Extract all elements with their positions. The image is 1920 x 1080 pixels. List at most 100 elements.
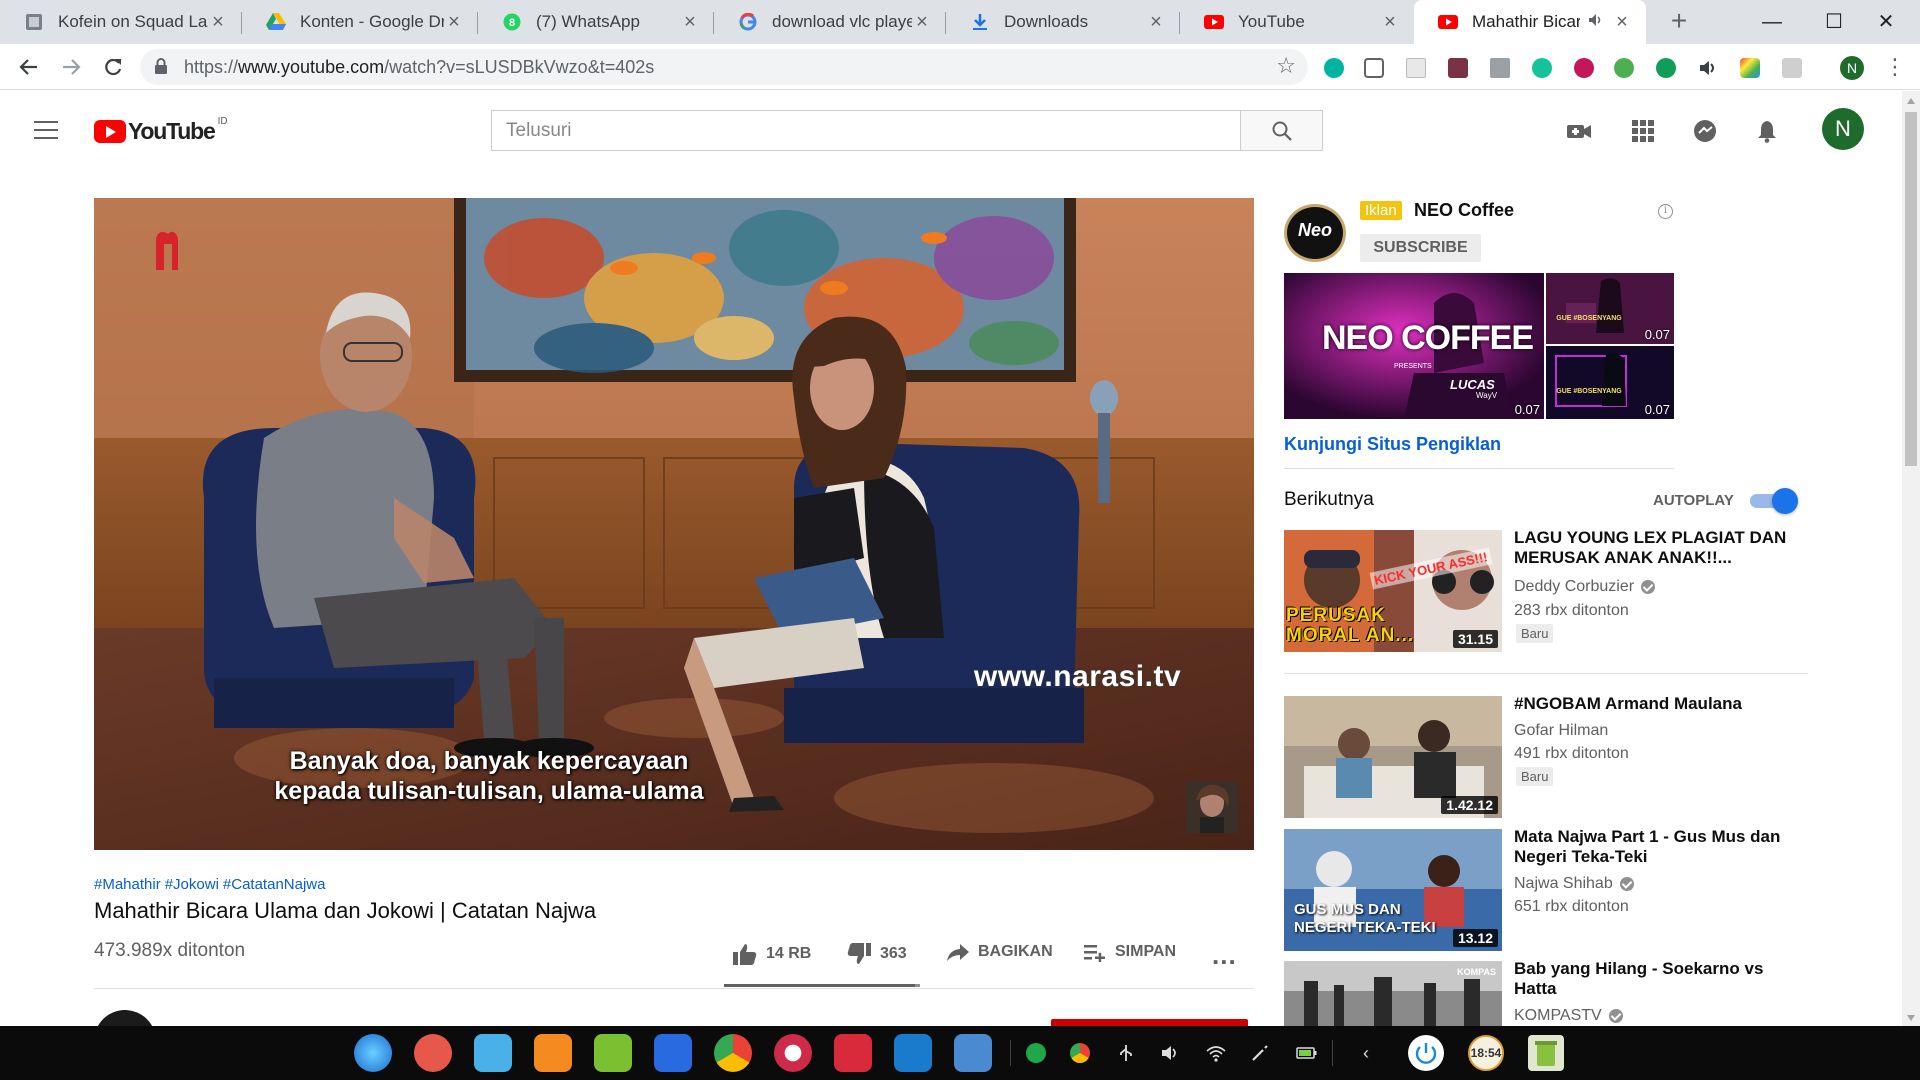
search-button[interactable] [1240, 111, 1322, 150]
recommended-video[interactable]: KICK YOUR ASS!!! PERUSAK MORAL AN... 31.… [1284, 528, 1804, 652]
vscode-icon[interactable] [894, 1034, 932, 1072]
apps-grid-icon[interactable] [1630, 119, 1656, 143]
tab-squad[interactable]: Kofein on Squad Lan × [0, 0, 242, 44]
tray-collapse-icon[interactable]: ‹ [1356, 1043, 1376, 1063]
trash-icon[interactable] [1528, 1035, 1564, 1071]
extension-dropper-icon[interactable] [1448, 58, 1468, 78]
more-actions-button[interactable]: ... [1212, 940, 1237, 971]
hashtag-link[interactable]: #Mahathir [94, 876, 161, 893]
close-tab-icon[interactable]: × [1146, 11, 1166, 34]
tray-hangouts-icon[interactable] [1026, 1043, 1046, 1063]
chrome-menu-icon[interactable]: ⋮ [1884, 54, 1906, 80]
address-bar[interactable]: https://www.youtube.com/watch?v=sLUSDBkV… [140, 49, 1308, 85]
extension-globe-icon[interactable] [1614, 58, 1634, 78]
search-input[interactable] [492, 111, 1241, 150]
like-button[interactable]: 14 RB [732, 942, 811, 966]
wifi-icon[interactable] [1206, 1043, 1226, 1063]
music-player-icon[interactable] [594, 1034, 632, 1072]
extension-puzzle-icon[interactable] [1782, 58, 1802, 78]
autoplay-toggle[interactable] [1750, 488, 1802, 514]
close-tab-icon[interactable]: × [1380, 11, 1400, 34]
dislike-button[interactable]: 363 [846, 942, 907, 966]
notes-icon[interactable] [954, 1034, 992, 1072]
ad-info-icon[interactable]: i [1658, 204, 1673, 219]
close-tab-icon[interactable]: × [912, 11, 932, 34]
channel-branding-watermark[interactable] [1186, 781, 1238, 833]
shutdown-icon[interactable] [1408, 1035, 1444, 1071]
file-manager-icon[interactable] [474, 1034, 512, 1072]
scrollbar-thumb[interactable] [1905, 112, 1917, 466]
ad-video-thumbnail[interactable]: NEO COFFEE PRESENTS LUCAS WayV 0.07 [1284, 273, 1544, 419]
screen-recorder-icon[interactable] [414, 1034, 452, 1072]
tab-whatsapp[interactable]: 8 (7) WhatsApp × [478, 0, 714, 44]
tab-mahathir-active[interactable]: Mahathir Bicara × [1414, 0, 1646, 44]
hashtag-link[interactable]: #Jokowi [165, 876, 219, 893]
extension-heart-icon[interactable] [1740, 58, 1760, 78]
advertiser-logo[interactable]: Neo [1284, 204, 1346, 262]
maximize-window-button[interactable]: ☐ [1814, 6, 1854, 38]
volume-extension-icon[interactable] [1698, 58, 1718, 78]
notifications-bell-icon[interactable] [1754, 119, 1780, 143]
video-title[interactable]: LAGU YOUNG LEX PLAGIAT DAN MERUSAK ANAK … [1514, 528, 1804, 568]
settings-icon[interactable] [774, 1034, 812, 1072]
extension-hangouts-icon[interactable] [1656, 58, 1676, 78]
ad-subscribe-button[interactable]: SUBSCRIBE [1360, 234, 1481, 262]
messages-icon[interactable] [1692, 119, 1718, 143]
video-thumbnail[interactable]: KICK YOUR ASS!!! PERUSAK MORAL AN... 31.… [1284, 530, 1502, 652]
lock-icon[interactable] [154, 58, 168, 74]
channel-name[interactable]: Deddy Corbuzier [1514, 578, 1656, 596]
bookmark-star-icon[interactable]: ☆ [1276, 53, 1296, 79]
save-button[interactable]: SIMPAN [1083, 942, 1176, 962]
video-title[interactable]: Mata Najwa Part 1 - Gus Mus dan Negeri T… [1514, 827, 1804, 867]
tab-google-search[interactable]: download vlc player × [714, 0, 946, 44]
tab-audio-icon[interactable] [1588, 12, 1604, 32]
hashtag-link[interactable]: #CatatanNajwa [223, 876, 326, 893]
guide-menu-icon[interactable] [34, 121, 58, 139]
ad-video-thumbnail[interactable]: GUE #BOSENYANG 0.07 [1546, 346, 1674, 419]
extension-adblock-icon[interactable] [1574, 58, 1594, 78]
usb-icon[interactable] [1116, 1043, 1136, 1063]
forward-button[interactable] [54, 50, 88, 84]
video-thumbnail[interactable]: 1.42.12 [1284, 696, 1502, 818]
close-window-button[interactable]: ✕ [1866, 6, 1906, 38]
scroll-up-arrow-icon[interactable] [1907, 98, 1915, 104]
close-tab-icon[interactable]: × [1612, 11, 1632, 34]
close-tab-icon[interactable]: × [680, 11, 700, 34]
ad-video-thumbnail[interactable]: GUE #BOSENYANG 0.07 [1546, 273, 1674, 344]
extension-document-icon[interactable] [1406, 58, 1426, 78]
channel-name[interactable]: KOMPASTV [1514, 1007, 1623, 1025]
video-title[interactable]: #NGOBAM Armand Maulana [1514, 694, 1804, 714]
minimize-window-button[interactable]: — [1752, 6, 1792, 38]
tab-downloads[interactable]: Downloads × [946, 0, 1180, 44]
youtube-logo[interactable]: YouTube ID [94, 116, 228, 145]
extension-message-icon[interactable] [1364, 58, 1384, 78]
close-tab-icon[interactable]: × [444, 11, 464, 34]
url-text[interactable]: https://www.youtube.com/watch?v=sLUSDBkV… [184, 57, 654, 78]
movie-player-icon[interactable] [654, 1034, 692, 1072]
recommended-video[interactable]: 1.42.12 #NGOBAM Armand Maulana Gofar Hil… [1284, 694, 1804, 818]
tab-youtube[interactable]: YouTube × [1180, 0, 1414, 44]
clock-widget[interactable]: 18:54 [1468, 1035, 1504, 1071]
recommended-video[interactable]: KOMPAS Bab yang Hilang - Soekarno vs Hat… [1284, 961, 1804, 1026]
video-title[interactable]: Bab yang Hilang - Soekarno vs Hatta [1514, 961, 1804, 999]
battery-icon[interactable] [1296, 1043, 1317, 1063]
reload-button[interactable] [96, 50, 130, 84]
create-video-icon[interactable] [1566, 119, 1592, 143]
pen-tool-icon[interactable] [1250, 1043, 1270, 1063]
tray-chrome-icon[interactable] [1070, 1043, 1090, 1063]
grammarly-icon[interactable] [1532, 58, 1552, 78]
scroll-down-arrow-icon[interactable] [1907, 1015, 1915, 1021]
back-button[interactable] [12, 50, 46, 84]
deepin-launcher-icon[interactable] [354, 1034, 392, 1072]
extension-chat-icon[interactable] [1324, 58, 1344, 78]
share-button[interactable]: BAGIKAN [946, 942, 1053, 962]
recommended-video[interactable]: GUS MUS DAN NEGERI TEKA-TEKI 13.12 Mata … [1284, 827, 1804, 951]
account-avatar[interactable]: N [1822, 108, 1864, 150]
visit-advertiser-link[interactable]: Kunjungi Situs Pengiklan [1284, 434, 1501, 455]
video-player[interactable]: www.narasi.tv Banyak doa, banyak keperca… [94, 198, 1254, 850]
terminal-icon[interactable] [834, 1034, 872, 1072]
extension-vuetify-icon[interactable] [1490, 58, 1510, 78]
advertiser-name[interactable]: NEO Coffee [1414, 200, 1514, 221]
channel-name[interactable]: Najwa Shihab [1514, 875, 1634, 893]
chrome-icon[interactable] [714, 1034, 752, 1072]
